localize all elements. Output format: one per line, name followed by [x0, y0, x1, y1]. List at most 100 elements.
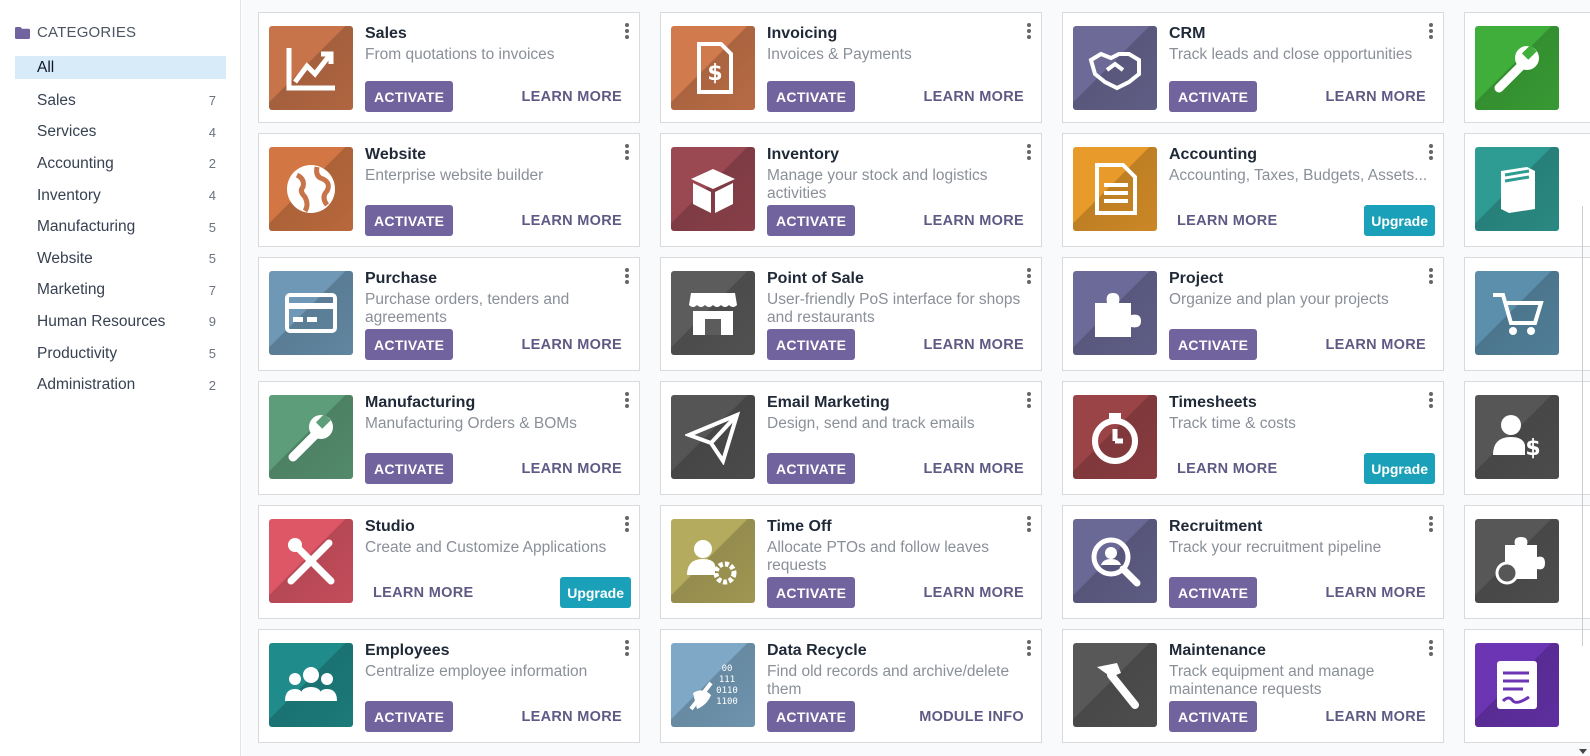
kebab-menu-icon[interactable] — [1427, 144, 1435, 160]
kebab-menu-icon[interactable] — [1427, 640, 1435, 656]
kebab-menu-icon[interactable] — [623, 516, 631, 532]
learn-more-button[interactable]: LEARN MORE — [522, 709, 622, 725]
app-card-partial-19[interactable] — [1464, 505, 1590, 619]
activate-button[interactable]: ACTIVATE — [365, 81, 454, 112]
learn-more-button[interactable]: LEARN MORE — [522, 337, 622, 353]
app-card-studio[interactable]: Studio Create and Customize Applications L… — [258, 505, 640, 619]
app-card-manufacturing[interactable]: Manufacturing Manufacturing Orders & BOMs… — [258, 381, 640, 495]
learn-more-button[interactable]: LEARN MORE — [924, 585, 1024, 601]
learn-more-button[interactable]: LEARN MORE — [373, 585, 473, 601]
kebab-menu-icon[interactable] — [1427, 392, 1435, 408]
module-info-button[interactable]: MODULE INFO — [919, 709, 1024, 725]
book-icon — [1475, 147, 1559, 231]
learn-more-button[interactable]: LEARN MORE — [1326, 585, 1426, 601]
kebab-menu-icon[interactable] — [623, 23, 631, 39]
learn-more-button[interactable]: LEARN MORE — [924, 337, 1024, 353]
learn-more-button[interactable]: LEARN MORE — [522, 89, 622, 105]
category-all[interactable]: All — [15, 56, 226, 79]
scrollbar-thumb[interactable] — [1582, 206, 1588, 646]
category-marketing[interactable]: Marketing 7 — [15, 275, 226, 307]
activate-button[interactable]: ACTIVATE — [365, 701, 454, 732]
category-accounting[interactable]: Accounting 2 — [15, 148, 226, 180]
app-card-partial-11[interactable] — [1464, 257, 1590, 371]
upgrade-button[interactable]: Upgrade — [1364, 205, 1435, 236]
stopwatch-icon — [1073, 395, 1157, 479]
app-card-employees[interactable]: Employees Centralize employee information… — [258, 629, 640, 743]
app-card-email-marketing[interactable]: Email Marketing Design, send and track em… — [660, 381, 1042, 495]
category-services[interactable]: Services 4 — [15, 117, 226, 149]
app-card-recruitment[interactable]: Recruitment Track your recruitment pipeli… — [1062, 505, 1444, 619]
learn-more-button[interactable]: LEARN MORE — [1177, 461, 1277, 477]
activate-button[interactable]: ACTIVATE — [767, 577, 856, 608]
activate-button[interactable]: ACTIVATE — [1169, 577, 1258, 608]
kebab-menu-icon[interactable] — [1025, 23, 1033, 39]
activate-button[interactable]: ACTIVATE — [767, 701, 856, 732]
learn-more-button[interactable]: LEARN MORE — [1326, 89, 1426, 105]
app-card-maintenance[interactable]: Maintenance Track equipment and manage ma… — [1062, 629, 1444, 743]
activate-button[interactable]: ACTIVATE — [1169, 701, 1258, 732]
activate-button[interactable]: ACTIVATE — [365, 205, 454, 236]
app-card-timesheets[interactable]: Timesheets Track time & costs LEARN MORE Up… — [1062, 381, 1444, 495]
app-card-partial-23[interactable] — [1464, 629, 1590, 743]
app-card-project[interactable]: Project Organize and plan your projects AC… — [1062, 257, 1444, 371]
kebab-menu-icon[interactable] — [623, 640, 631, 656]
app-title: Maintenance — [1169, 642, 1266, 659]
learn-more-button[interactable]: LEARN MORE — [522, 213, 622, 229]
activate-button[interactable]: ACTIVATE — [767, 81, 856, 112]
learn-more-button[interactable]: LEARN MORE — [1326, 337, 1426, 353]
learn-more-button[interactable]: LEARN MORE — [522, 461, 622, 477]
learn-more-button[interactable]: LEARN MORE — [1177, 213, 1277, 229]
activate-button[interactable]: ACTIVATE — [767, 205, 856, 236]
app-card-partial-15[interactable]: $ — [1464, 381, 1590, 495]
app-card-website[interactable]: Website Enterprise website builder ACTIVAT… — [258, 133, 640, 247]
app-card-time-off[interactable]: Time Off Allocate PTOs and follow leaves … — [660, 505, 1042, 619]
activate-button[interactable]: ACTIVATE — [365, 329, 454, 360]
learn-more-button[interactable]: LEARN MORE — [924, 89, 1024, 105]
kebab-menu-icon[interactable] — [1025, 392, 1033, 408]
category-sales[interactable]: Sales 7 — [15, 85, 226, 117]
activate-button[interactable]: ACTIVATE — [1169, 329, 1258, 360]
scroll-down-arrow-icon[interactable] — [1579, 749, 1587, 754]
learn-more-button[interactable]: LEARN MORE — [924, 461, 1024, 477]
kebab-menu-icon[interactable] — [1025, 268, 1033, 284]
app-description: Track time & costs — [1169, 415, 1296, 432]
category-productivity[interactable]: Productivity 5 — [15, 338, 226, 370]
category-manufacturing[interactable]: Manufacturing 5 — [15, 211, 226, 243]
app-card-partial-7[interactable] — [1464, 133, 1590, 247]
category-inventory[interactable]: Inventory 4 — [15, 180, 226, 212]
learn-more-button[interactable]: LEARN MORE — [1326, 709, 1426, 725]
learn-more-button[interactable]: LEARN MORE — [924, 213, 1024, 229]
shop-icon — [671, 271, 755, 355]
app-card-data-recycle[interactable]: 00 111 0110 1100 Data Recycle Find old record… — [660, 629, 1042, 743]
kebab-menu-icon[interactable] — [623, 392, 631, 408]
kebab-menu-icon[interactable] — [623, 268, 631, 284]
upgrade-button[interactable]: Upgrade — [560, 577, 631, 608]
category-website[interactable]: Website 5 — [15, 243, 226, 275]
app-card-sales[interactable]: Sales From quotations to invoices ACTIVATE… — [258, 12, 640, 123]
app-card-partial-3[interactable] — [1464, 12, 1590, 123]
activate-button[interactable]: ACTIVATE — [1169, 81, 1258, 112]
kebab-menu-icon[interactable] — [1427, 516, 1435, 532]
kebab-menu-icon[interactable] — [1427, 268, 1435, 284]
category-human-resources[interactable]: Human Resources 9 — [15, 306, 226, 338]
kebab-menu-icon[interactable] — [1025, 144, 1033, 160]
app-title: Purchase — [365, 270, 438, 287]
app-card-accounting[interactable]: Accounting Accounting, Taxes, Budgets, As… — [1062, 133, 1444, 247]
app-card-crm[interactable]: CRM Track leads and close opportunities AC… — [1062, 12, 1444, 123]
kebab-menu-icon[interactable] — [1025, 640, 1033, 656]
kebab-menu-icon[interactable] — [1427, 23, 1435, 39]
kebab-menu-icon[interactable] — [623, 144, 631, 160]
activate-button[interactable]: ACTIVATE — [767, 329, 856, 360]
activate-button[interactable]: ACTIVATE — [365, 453, 454, 484]
app-card-inventory[interactable]: Inventory Manage your stock and logistics… — [660, 133, 1042, 247]
app-description: User-friendly PoS interface for shops an… — [767, 291, 1021, 326]
app-title: Project — [1169, 270, 1224, 287]
activate-button[interactable]: ACTIVATE — [767, 453, 856, 484]
app-card-invoicing[interactable]: $ Invoicing Invoices & Payments ACTIVATE LEA… — [660, 12, 1042, 123]
upgrade-button[interactable]: Upgrade — [1364, 453, 1435, 484]
category-administration[interactable]: Administration 2 — [15, 369, 226, 401]
kebab-menu-icon[interactable] — [1025, 516, 1033, 532]
app-card-point-of-sale[interactable]: Point of Sale User-friendly PoS interface… — [660, 257, 1042, 371]
app-card-purchase[interactable]: Purchase Purchase orders, tenders and agr… — [258, 257, 640, 371]
scrollbar[interactable] — [1576, 0, 1590, 756]
